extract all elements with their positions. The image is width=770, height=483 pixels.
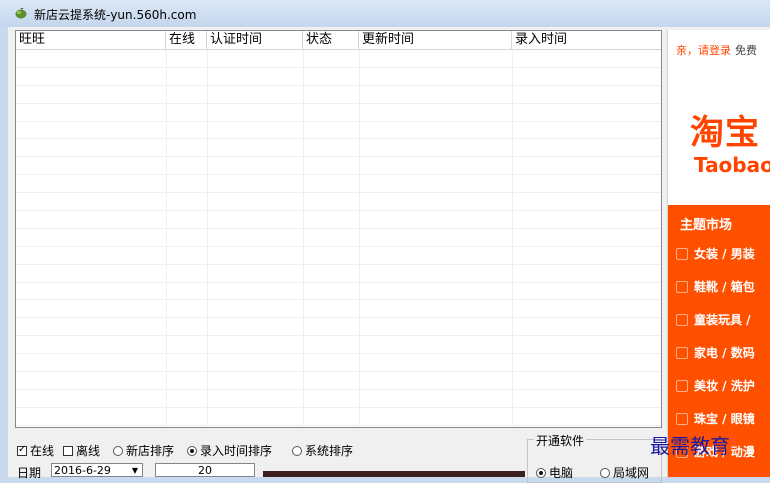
app-icon bbox=[15, 8, 27, 19]
market-item[interactable]: 珠宝 / 眼镜 bbox=[676, 410, 755, 427]
table-row bbox=[16, 68, 661, 86]
offline-label: 离线 bbox=[76, 444, 101, 458]
checkbox-box[interactable] bbox=[63, 445, 73, 456]
table-row bbox=[16, 390, 661, 408]
table-row bbox=[16, 139, 661, 158]
online-checkbox[interactable]: 在线 bbox=[17, 442, 54, 459]
radio-dot[interactable] bbox=[292, 445, 302, 456]
taobao-logo[interactable]: 淘宝 bbox=[690, 105, 760, 154]
watermark: 最需教育 bbox=[650, 434, 730, 458]
date-picker[interactable]: 2016-6-29 ▼ bbox=[51, 463, 143, 477]
sort-system-radio[interactable]: 系统排序 bbox=[292, 442, 353, 459]
table-row bbox=[16, 247, 661, 265]
market-item[interactable]: 鞋靴 / 箱包 bbox=[676, 278, 755, 295]
market-item-label: 美妆 / 洗护 bbox=[694, 379, 755, 393]
column-header-online[interactable]: 在线 bbox=[166, 31, 207, 49]
appliance-icon bbox=[676, 346, 688, 359]
list-header: 旺旺 在线 认证时间 状态 更新时间 录入时间 bbox=[16, 31, 661, 50]
column-header-wangwang[interactable]: 旺旺 bbox=[16, 31, 166, 49]
clothing-icon bbox=[676, 247, 688, 260]
chevron-down-icon[interactable]: ▼ bbox=[128, 464, 142, 476]
sort-entry-time-label: 录入时间排序 bbox=[200, 444, 273, 458]
table-row bbox=[16, 354, 661, 373]
market-item-label: 童装玩具 / bbox=[694, 313, 751, 327]
table-row bbox=[16, 122, 661, 140]
market-item[interactable]: 美妆 / 洗护 bbox=[676, 377, 755, 394]
store-list[interactable]: 旺旺 在线 认证时间 状态 更新时间 录入时间 bbox=[15, 30, 662, 428]
checkbox-box[interactable] bbox=[17, 444, 27, 456]
main-panel: 旺旺 在线 认证时间 状态 更新时间 录入时间 ✓ 在线 离线 新店排序 录入时… bbox=[8, 27, 770, 483]
toy-icon bbox=[676, 313, 688, 326]
open-software-title: 开通软件 bbox=[534, 432, 587, 449]
filter-bar: 在线 离线 新店排序 录入时间排序 系统排序 日期 2016-6-29 ▼ 20… bbox=[15, 431, 662, 483]
pc-radio[interactable]: 电脑 bbox=[536, 464, 573, 481]
table-row bbox=[16, 300, 661, 319]
login-link[interactable]: 亲，请登录 bbox=[676, 44, 731, 57]
window-title: 新店云提系统-yun.560h.com bbox=[34, 8, 197, 22]
radio-dot[interactable] bbox=[536, 467, 546, 478]
market-item-label: 家电 / 数码 bbox=[694, 346, 755, 360]
market-item-label: 珠宝 / 眼镜 bbox=[694, 412, 755, 426]
column-header-entry-time[interactable]: 录入时间 bbox=[512, 31, 661, 49]
title-bar: 新店云提系统-yun.560h.com bbox=[0, 0, 770, 27]
table-row bbox=[16, 104, 661, 122]
cosmetics-icon bbox=[676, 379, 688, 392]
count-input[interactable]: 20 bbox=[155, 463, 255, 477]
table-row bbox=[16, 211, 661, 229]
sort-system-label: 系统排序 bbox=[305, 444, 354, 458]
market-item-label: 鞋靴 / 箱包 bbox=[694, 280, 755, 294]
table-row bbox=[16, 265, 661, 283]
jewelry-icon bbox=[676, 412, 688, 425]
offline-checkbox[interactable]: 离线 bbox=[63, 442, 100, 459]
sort-new-store-label: 新店排序 bbox=[126, 444, 175, 458]
radio-dot[interactable] bbox=[113, 445, 123, 456]
radio-dot[interactable] bbox=[600, 467, 610, 478]
table-row bbox=[16, 318, 661, 337]
date-label: 日期 bbox=[17, 466, 42, 480]
sort-new-store-radio[interactable]: 新店排序 bbox=[113, 442, 174, 459]
column-header-update-time[interactable]: 更新时间 bbox=[359, 31, 512, 49]
shoe-icon bbox=[676, 280, 688, 293]
table-row bbox=[16, 193, 661, 212]
theme-market-title: 主题市场 bbox=[680, 218, 733, 233]
table-row bbox=[16, 372, 661, 390]
list-body bbox=[16, 50, 661, 427]
table-row bbox=[16, 157, 661, 176]
free-register-link[interactable]: 免费 bbox=[735, 44, 757, 57]
pc-label: 电脑 bbox=[549, 466, 574, 480]
radio-dot[interactable] bbox=[187, 445, 197, 456]
column-header-auth-time[interactable]: 认证时间 bbox=[207, 31, 303, 49]
market-item[interactable]: 女装 / 男装 bbox=[676, 245, 755, 262]
table-row bbox=[16, 50, 661, 68]
market-item[interactable]: 家电 / 数码 bbox=[676, 344, 755, 361]
table-row bbox=[16, 86, 661, 104]
market-item-label: 女装 / 男装 bbox=[694, 247, 755, 261]
sort-entry-time-radio[interactable]: 录入时间排序 bbox=[187, 442, 272, 459]
lan-radio[interactable]: 局域网 bbox=[600, 464, 649, 481]
table-row bbox=[16, 283, 661, 301]
table-row bbox=[16, 336, 661, 355]
table-row bbox=[16, 408, 661, 426]
table-row bbox=[16, 229, 661, 247]
login-line: 亲，请登录 免费 bbox=[676, 42, 757, 58]
taobao-logo-en[interactable]: Taobao bbox=[694, 153, 770, 177]
lan-label: 局域网 bbox=[613, 466, 650, 480]
open-software-group: 开通软件 电脑 局域网 bbox=[527, 432, 662, 483]
column-header-status[interactable]: 状态 bbox=[303, 31, 359, 49]
table-row bbox=[16, 175, 661, 194]
date-value: 2016-6-29 bbox=[54, 464, 111, 477]
taobao-panel: 亲，请登录 免费 淘宝 Taobao 主题市场 女装 / 男装 鞋靴 / 箱包 童… bbox=[667, 30, 770, 477]
market-item[interactable]: 童装玩具 / bbox=[676, 311, 751, 328]
banner-strip bbox=[263, 471, 525, 477]
online-label: 在线 bbox=[30, 444, 55, 458]
